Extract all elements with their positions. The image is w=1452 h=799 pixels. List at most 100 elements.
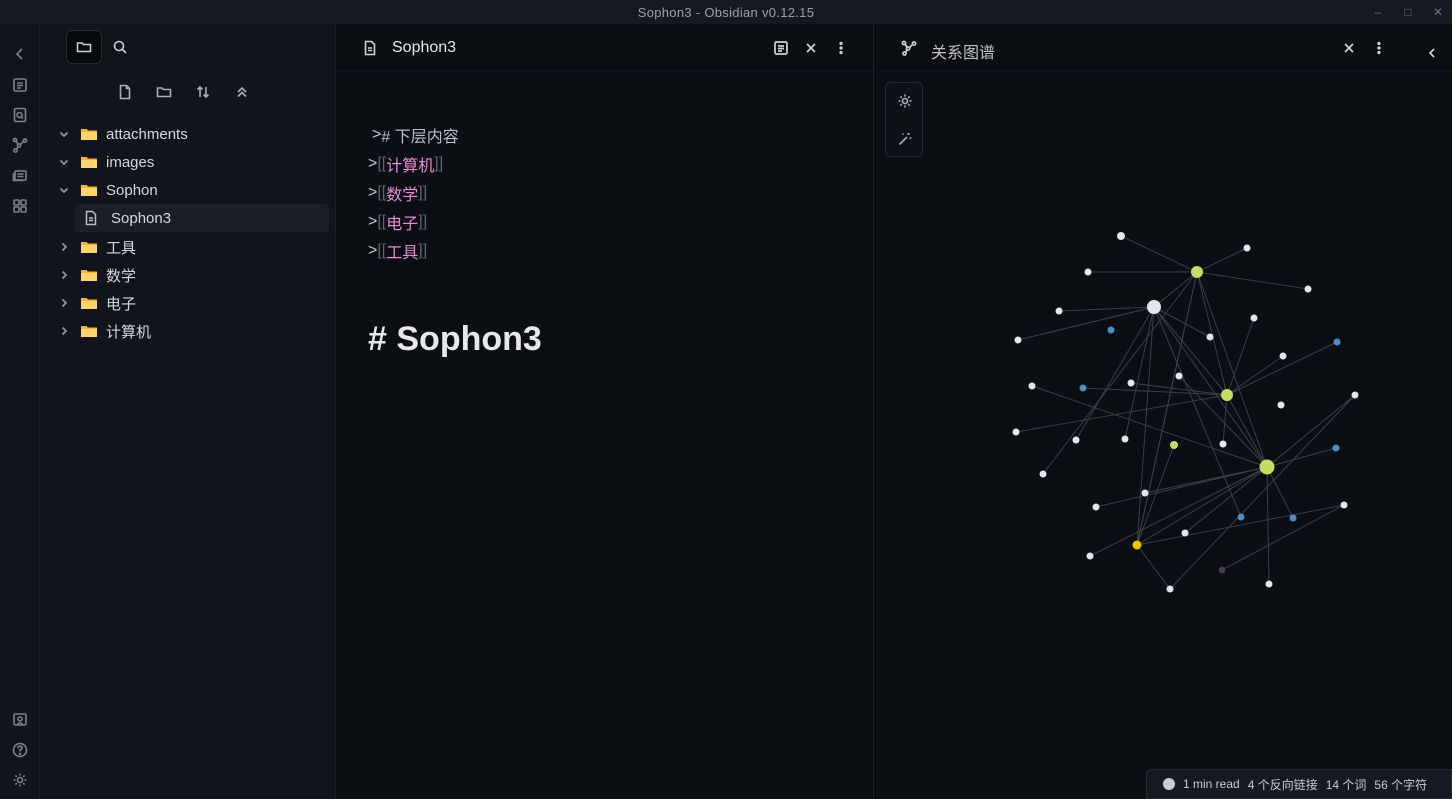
graph-node[interactable] xyxy=(1279,352,1287,360)
folder-row-sophon[interactable]: Sophon xyxy=(54,176,314,204)
file-explorer-sidebar: attachments images Sophon Sophon3 工具 数学 … xyxy=(40,24,336,799)
file-icon xyxy=(83,210,99,226)
search-file-icon[interactable] xyxy=(10,105,30,125)
internal-link[interactable]: 计算机 xyxy=(386,152,434,176)
graph-settings-button[interactable] xyxy=(895,91,915,111)
folder-label: Sophon xyxy=(106,181,158,199)
tab-search[interactable] xyxy=(102,30,138,64)
graph-node[interactable] xyxy=(1206,333,1214,341)
graph-view-icon[interactable] xyxy=(10,135,30,155)
graph-node[interactable] xyxy=(1086,552,1094,560)
link-line: >[[计算机]] xyxy=(368,149,459,178)
graph-edge xyxy=(1089,466,1268,557)
internal-link[interactable]: 工具 xyxy=(386,239,418,263)
sort-button[interactable] xyxy=(191,80,215,104)
graph-node[interactable] xyxy=(1237,513,1245,521)
window-controls: – □ ✕ xyxy=(1372,0,1444,24)
more-options-button[interactable] xyxy=(831,38,851,58)
graph-node[interactable] xyxy=(1304,285,1312,293)
graph-node[interactable] xyxy=(1107,326,1115,334)
folder-row-attachments[interactable]: attachments xyxy=(54,120,314,148)
graph-node[interactable] xyxy=(1277,401,1285,409)
folder-row-tools[interactable]: 工具 xyxy=(54,233,314,261)
graph-edge xyxy=(1136,504,1345,546)
minimize-icon[interactable]: – xyxy=(1372,5,1384,19)
graph-animate-button[interactable] xyxy=(895,129,915,149)
graph-node[interactable] xyxy=(1028,382,1036,390)
graph-node[interactable] xyxy=(1079,384,1087,392)
graph-node[interactable] xyxy=(1012,428,1020,436)
graph-node[interactable] xyxy=(1014,336,1022,344)
folder-label: images xyxy=(106,153,155,171)
link-bracket: [[ xyxy=(377,212,387,230)
chevron-down-icon xyxy=(54,124,74,144)
graph-node[interactable] xyxy=(1351,391,1359,399)
graph-node[interactable] xyxy=(1219,440,1227,448)
graph-node[interactable] xyxy=(1221,389,1233,401)
graph-edge xyxy=(1130,382,1228,396)
reading-view-button[interactable] xyxy=(771,38,791,58)
graph-node[interactable] xyxy=(1250,314,1258,322)
graph-node[interactable] xyxy=(1055,307,1063,315)
collapse-left-icon[interactable] xyxy=(10,44,30,64)
vault-switcher-icon[interactable] xyxy=(10,710,30,730)
graph-controls xyxy=(885,82,923,157)
link-bracket: ]] xyxy=(418,241,428,259)
graph-node[interactable] xyxy=(1218,566,1226,574)
folder-icon xyxy=(81,185,97,196)
editor-content[interactable]: > # 下层内容 >[[计算机]] >[[数学]] >[[电子]] >[[工具]… xyxy=(368,120,459,265)
graph-node[interactable] xyxy=(1333,338,1341,346)
graph-node[interactable] xyxy=(1166,585,1174,593)
graph-node[interactable] xyxy=(1141,489,1149,497)
quick-switcher-icon[interactable] xyxy=(10,75,30,95)
folder-row-computer[interactable]: 计算机 xyxy=(54,317,314,345)
internal-link[interactable]: 数学 xyxy=(386,181,418,205)
chevron-right-icon xyxy=(54,321,74,341)
graph-node[interactable] xyxy=(1170,441,1178,449)
graph-node[interactable] xyxy=(1191,266,1203,278)
graph-node[interactable] xyxy=(1289,514,1297,522)
backlinks-count[interactable]: 4 个反向链接 xyxy=(1248,776,1318,793)
folder-label: 电子 xyxy=(106,295,137,313)
file-icon xyxy=(362,40,378,61)
graph-node[interactable] xyxy=(1084,268,1092,276)
tab-file-explorer[interactable] xyxy=(66,30,102,64)
graph-canvas[interactable] xyxy=(875,24,1452,799)
graph-node[interactable] xyxy=(1265,580,1273,588)
graph-node[interactable] xyxy=(1243,244,1251,252)
settings-gear-icon[interactable] xyxy=(10,770,30,790)
collapse-all-button[interactable] xyxy=(230,80,254,104)
maximize-icon[interactable]: □ xyxy=(1402,5,1414,19)
graph-node[interactable] xyxy=(1259,459,1275,475)
quote-marker: > xyxy=(368,154,378,172)
folder-row-images[interactable]: images xyxy=(54,148,314,176)
graph-node[interactable] xyxy=(1181,529,1189,537)
graph-node[interactable] xyxy=(1340,501,1348,509)
new-folder-button[interactable] xyxy=(152,80,176,104)
graph-node[interactable] xyxy=(1147,300,1161,314)
folder-label: 计算机 xyxy=(106,323,152,341)
internal-link[interactable]: 电子 xyxy=(386,210,418,234)
graph-node[interactable] xyxy=(1332,444,1340,452)
file-row-sophon3[interactable]: Sophon3 xyxy=(75,204,329,232)
graph-edge xyxy=(1226,355,1284,396)
graph-node[interactable] xyxy=(1072,436,1080,444)
close-window-icon[interactable]: ✕ xyxy=(1432,5,1444,19)
folder-row-electronics[interactable]: 电子 xyxy=(54,289,314,317)
graph-node[interactable] xyxy=(1039,470,1047,478)
new-note-button[interactable] xyxy=(113,80,137,104)
graph-node[interactable] xyxy=(1175,372,1183,380)
close-pane-button[interactable] xyxy=(801,38,821,58)
graph-node[interactable] xyxy=(1092,503,1100,511)
graph-node[interactable] xyxy=(1117,232,1125,240)
link-line: >[[工具]] xyxy=(368,236,459,265)
graph-edge xyxy=(1222,394,1228,445)
graph-node[interactable] xyxy=(1121,435,1129,443)
plugins-icon[interactable] xyxy=(10,196,30,216)
graph-node[interactable] xyxy=(1132,540,1142,550)
folder-row-math[interactable]: 数学 xyxy=(54,261,314,289)
collapse-all-icon xyxy=(237,86,247,98)
graph-node[interactable] xyxy=(1127,379,1135,387)
slides-icon[interactable] xyxy=(10,165,30,185)
help-icon[interactable] xyxy=(10,740,30,760)
